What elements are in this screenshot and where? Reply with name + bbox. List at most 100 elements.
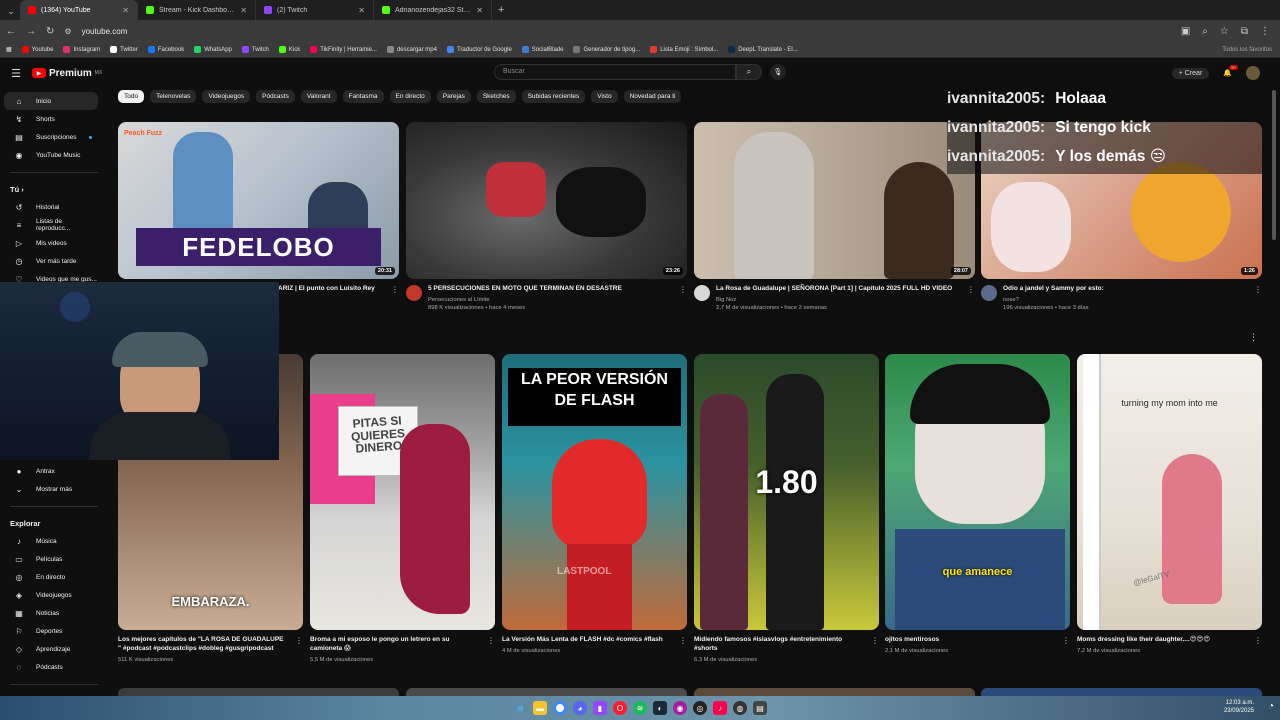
short-title[interactable]: Broma a mi esposo le pongo un letrero en…	[310, 636, 477, 654]
more-options-icon[interactable]: ⋮	[1250, 636, 1262, 655]
short-thumbnail[interactable]: que amanece	[885, 354, 1070, 630]
shorts-shelf-options-icon[interactable]: ⋮	[1249, 332, 1258, 343]
filter-chip[interactable]: Sketches	[476, 90, 516, 103]
bookmark-item[interactable]: descargar mp4	[386, 46, 437, 53]
tab-close-icon[interactable]: ✕	[122, 6, 129, 15]
sidebar-item[interactable]: ♪ Música	[4, 532, 98, 550]
video-title[interactable]: La Rosa de Guadalupe | SEÑORONA [Part 1]…	[716, 285, 952, 294]
sidebar-item[interactable]: ▤ Suscripciones	[4, 128, 98, 146]
short-thumbnail[interactable]: turning my mom into me @leGalTV	[1077, 354, 1262, 630]
browser-tab[interactable]: (1364) YouTube ✕	[20, 0, 138, 20]
discord-icon[interactable]: ◕	[573, 701, 587, 715]
video-title[interactable]: Odio a jandel y Sammy por esto:	[1003, 285, 1104, 294]
tab-close-icon[interactable]: ✕	[240, 6, 247, 15]
spotify-icon[interactable]: ≋	[633, 701, 647, 715]
short-card[interactable]: 1.80 Midiendo famosos #islasvlogs #entre…	[694, 354, 879, 664]
site-info-icon[interactable]: ⚙	[64, 27, 71, 36]
bookmark-star-icon[interactable]: ☆	[1220, 26, 1229, 37]
file-explorer-icon[interactable]: ▬	[533, 701, 547, 715]
notifications-icon[interactable]: 🔔 9+	[1223, 65, 1239, 77]
opera-icon[interactable]: O	[613, 701, 627, 715]
filter-chip[interactable]: Pódcasts	[256, 90, 295, 103]
video-thumbnail[interactable]	[981, 688, 1262, 696]
sidebar-item[interactable]: ↺ Historial	[4, 198, 98, 216]
bookmark-item[interactable]: Lista Emoji : Símbol...	[650, 46, 718, 53]
steam-icon[interactable]: ◐	[653, 701, 667, 715]
filter-chip[interactable]: Telenovelas	[150, 90, 197, 103]
filter-chip[interactable]: Fantasma	[342, 90, 384, 103]
page-scrollbar[interactable]	[1272, 90, 1276, 240]
short-title[interactable]: La Versión Más Lenta de FLASH #dc #comic…	[502, 636, 663, 645]
short-thumbnail[interactable]: 1.80	[694, 354, 879, 630]
channel-name[interactable]: Persecuciones al Límite	[428, 296, 622, 304]
sidebar-item[interactable]: ▦ Noticias	[4, 604, 98, 622]
start-icon[interactable]: ⊞	[513, 701, 527, 715]
reload-icon[interactable]: ↻	[46, 26, 54, 37]
youtube-logo[interactable]: ▶ Premium MX	[32, 68, 102, 79]
video-card[interactable]: 23:26 5 PERSECUCIONES EN MOTO QUE TERMIN…	[406, 122, 687, 312]
more-options-icon[interactable]: ⋮	[1250, 285, 1262, 312]
zoom-icon[interactable]: ⌕	[1202, 26, 1208, 37]
bookmark-item[interactable]: Instagram	[63, 46, 100, 53]
video-title[interactable]: ARIZ | El punto con Luisito Rey	[278, 285, 375, 294]
install-icon[interactable]: ▣	[1181, 26, 1190, 37]
bookmark-item[interactable]: DeepL Translate - El...	[728, 46, 798, 53]
app-icon[interactable]: ▤	[753, 701, 767, 715]
short-title[interactable]: Moms dressing like their daughter....😍😍😍	[1077, 636, 1210, 645]
url-field[interactable]: youtube.com	[82, 27, 128, 36]
create-button[interactable]: + Crear	[1171, 67, 1210, 79]
browser-tab[interactable]: Adrianozendejas32 Stream - Vi ✕	[374, 0, 492, 20]
sidebar-item[interactable]: ◉ YouTube Music	[4, 146, 98, 164]
video-thumbnail[interactable]	[406, 688, 687, 696]
channel-avatar[interactable]	[981, 285, 997, 301]
bookmark-item[interactable]: Twitch	[241, 46, 269, 53]
sidebar-item[interactable]: ● Antrax	[4, 462, 98, 480]
search-button[interactable]: ⌕	[736, 64, 762, 80]
system-clock[interactable]: 12:03 a.m. 23/09/2025	[1224, 700, 1254, 716]
filter-chip[interactable]: Todo	[118, 90, 145, 103]
short-card[interactable]: PITAS SI QUIERES DINERO Broma a mi espos…	[310, 354, 495, 664]
voice-search-button[interactable]: 🎙	[770, 64, 786, 80]
bookmark-item[interactable]: TikFinity | Herramie...	[310, 46, 377, 53]
video-thumbnail[interactable]	[694, 688, 975, 696]
short-card[interactable]: LA PEOR VERSIÓN DE FLASH LASTPOOL La Ver…	[502, 354, 687, 655]
short-title[interactable]: Los mejores capítulos de "LA ROSA DE GUA…	[118, 636, 285, 654]
more-options-icon[interactable]: ⋮	[675, 285, 687, 312]
back-icon[interactable]: ←	[6, 26, 16, 37]
short-title[interactable]: ojitos mentirosos	[885, 636, 948, 645]
you-section-heading[interactable]: Tú ›	[0, 181, 110, 198]
all-bookmarks-folder[interactable]: Todos los favoritos	[1222, 47, 1280, 53]
short-card[interactable]: turning my mom into me @leGalTV Moms dre…	[1077, 354, 1262, 655]
tab-close-icon[interactable]: ✕	[358, 6, 365, 15]
video-card[interactable]: 28:07 La Rosa de Guadalupe | SEÑORONA [P…	[694, 122, 975, 312]
video-thumbnail[interactable]: 28:07	[694, 122, 975, 279]
more-options-icon[interactable]: ⋮	[387, 285, 399, 294]
short-card[interactable]: que amanece ojitos mentirosos 2,1 M de v…	[885, 354, 1070, 655]
more-options-icon[interactable]: ⋮	[291, 636, 303, 664]
sidebar-item[interactable]: ◈ Videojuegos	[4, 586, 98, 604]
bookmark-item[interactable]: SocialBlade	[521, 46, 563, 53]
forward-icon[interactable]: →	[26, 26, 36, 37]
more-options-icon[interactable]: ⋮	[1058, 636, 1070, 655]
sidebar-item[interactable]: ⚐ Deportes	[4, 622, 98, 640]
bookmark-item[interactable]: Twitter	[110, 46, 138, 53]
menu-icon[interactable]: ⋮	[1260, 26, 1270, 37]
filter-chip[interactable]: Videojuegos	[202, 90, 251, 103]
bookmark-item[interactable]: Youtube	[21, 46, 53, 53]
video-thumbnail[interactable]	[118, 688, 399, 696]
sidebar-item[interactable]: ▷ Mis videos	[4, 234, 98, 252]
account-avatar[interactable]	[1246, 66, 1260, 80]
filter-chip[interactable]: Visto	[591, 90, 618, 103]
new-tab-button[interactable]: +	[492, 0, 510, 20]
sidebar-item[interactable]: ◇ Aprendizaje	[4, 640, 98, 658]
app-icon[interactable]: ◍	[733, 701, 747, 715]
short-title[interactable]: Midiendo famosos #islasvlogs #entretenim…	[694, 636, 861, 654]
browser-tab[interactable]: (2) Twitch ✕	[256, 0, 374, 20]
bookmark-item[interactable]: Generador de tipog...	[573, 46, 640, 53]
more-options-icon[interactable]: ⋮	[963, 285, 975, 312]
tiktok-icon[interactable]: ♪	[713, 701, 727, 715]
filter-chip[interactable]: En directo	[389, 90, 431, 103]
app-icon[interactable]: ◉	[673, 701, 687, 715]
bookmark-item[interactable]: Traductor de Google	[446, 46, 512, 53]
sidebar-item[interactable]: ◎ En directo	[4, 568, 98, 586]
